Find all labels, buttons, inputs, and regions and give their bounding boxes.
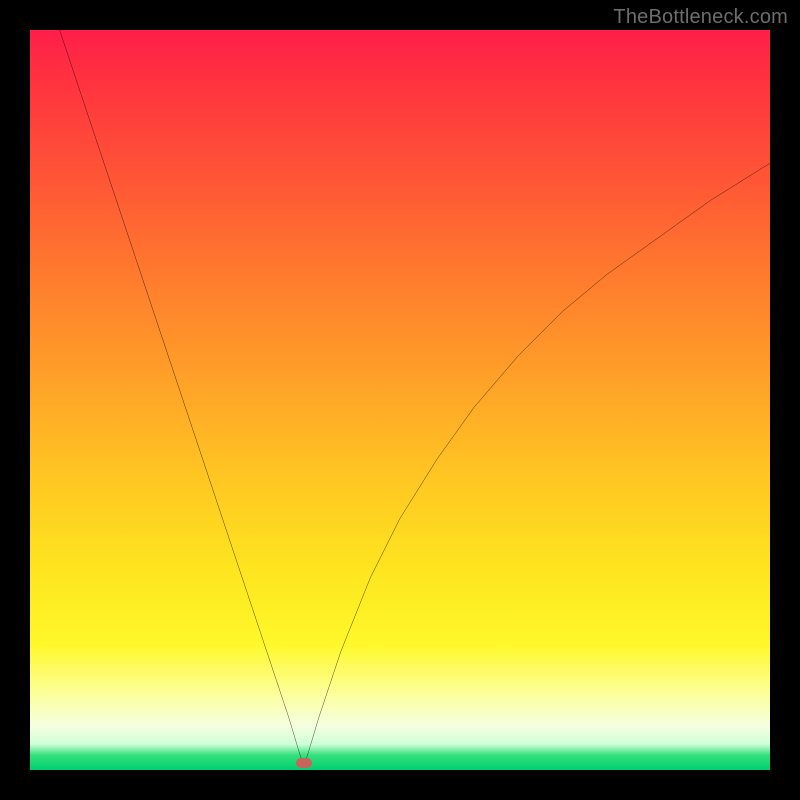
- optimal-point-marker: [296, 758, 312, 768]
- curve-path: [60, 30, 770, 764]
- chart-frame: TheBottleneck.com: [0, 0, 800, 800]
- watermark-text: TheBottleneck.com: [613, 6, 788, 29]
- bottleneck-curve: [30, 30, 770, 770]
- plot-area: [30, 30, 770, 770]
